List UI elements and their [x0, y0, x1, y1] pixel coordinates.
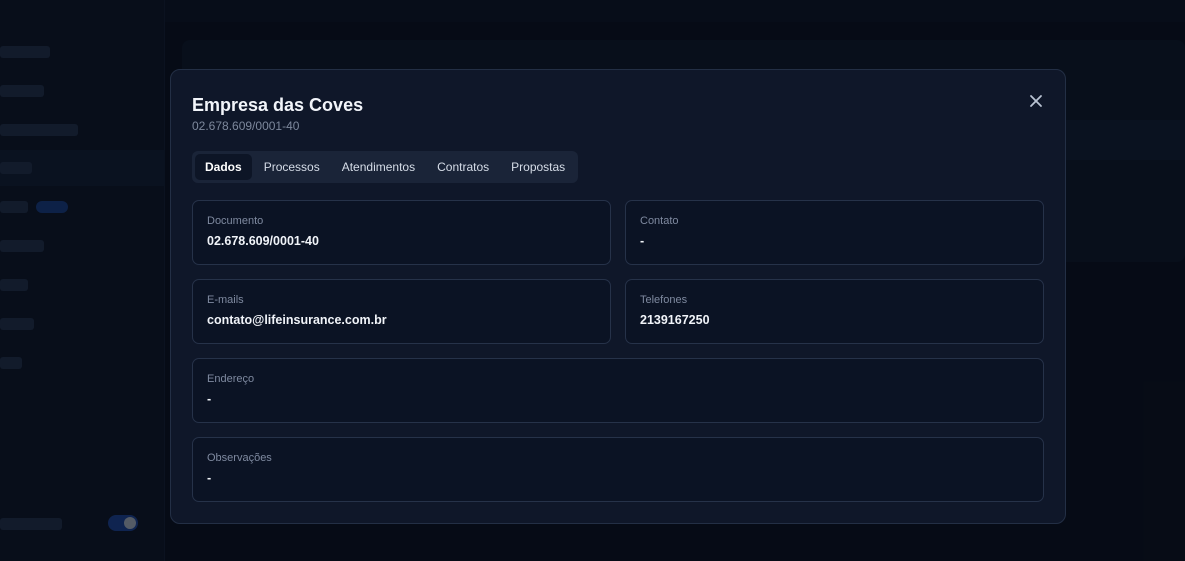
close-button[interactable]: [1025, 90, 1047, 112]
tab-processos[interactable]: Processos: [254, 154, 330, 180]
field-label: Endereço: [207, 373, 255, 385]
field-contato: Contato -: [625, 200, 1044, 265]
field-value: -: [207, 471, 212, 485]
field-label: E-mails: [207, 294, 244, 306]
tab-dados[interactable]: Dados: [195, 154, 252, 180]
tab-atendimentos[interactable]: Atendimentos: [332, 154, 425, 180]
field-value: 02.678.609/0001-40: [207, 234, 319, 248]
modal-subtitle: 02.678.609/0001-40: [192, 119, 300, 133]
field-label: Contato: [640, 215, 679, 227]
field-observacoes: Observações -: [192, 437, 1044, 502]
close-icon: [1030, 95, 1042, 107]
field-emails: E-mails contato@lifeinsurance.com.br: [192, 279, 611, 344]
field-endereco: Endereço -: [192, 358, 1044, 423]
tab-propostas[interactable]: Propostas: [501, 154, 575, 180]
field-value: 2139167250: [640, 313, 710, 327]
field-value: -: [640, 234, 645, 248]
field-telefones: Telefones 2139167250: [625, 279, 1044, 344]
field-value: contato@lifeinsurance.com.br: [207, 313, 387, 327]
tab-bar: Dados Processos Atendimentos Contratos P…: [192, 151, 579, 183]
field-label: Documento: [207, 215, 264, 227]
field-label: Telefones: [640, 294, 688, 306]
modal-title: Empresa das Coves: [192, 95, 364, 115]
tab-contratos[interactable]: Contratos: [427, 154, 499, 180]
company-details-modal: Empresa das Coves 02.678.609/0001-40 Dad…: [170, 69, 1066, 524]
field-documento: Documento 02.678.609/0001-40: [192, 200, 611, 265]
field-label: Observações: [207, 452, 272, 464]
field-value: -: [207, 392, 212, 406]
